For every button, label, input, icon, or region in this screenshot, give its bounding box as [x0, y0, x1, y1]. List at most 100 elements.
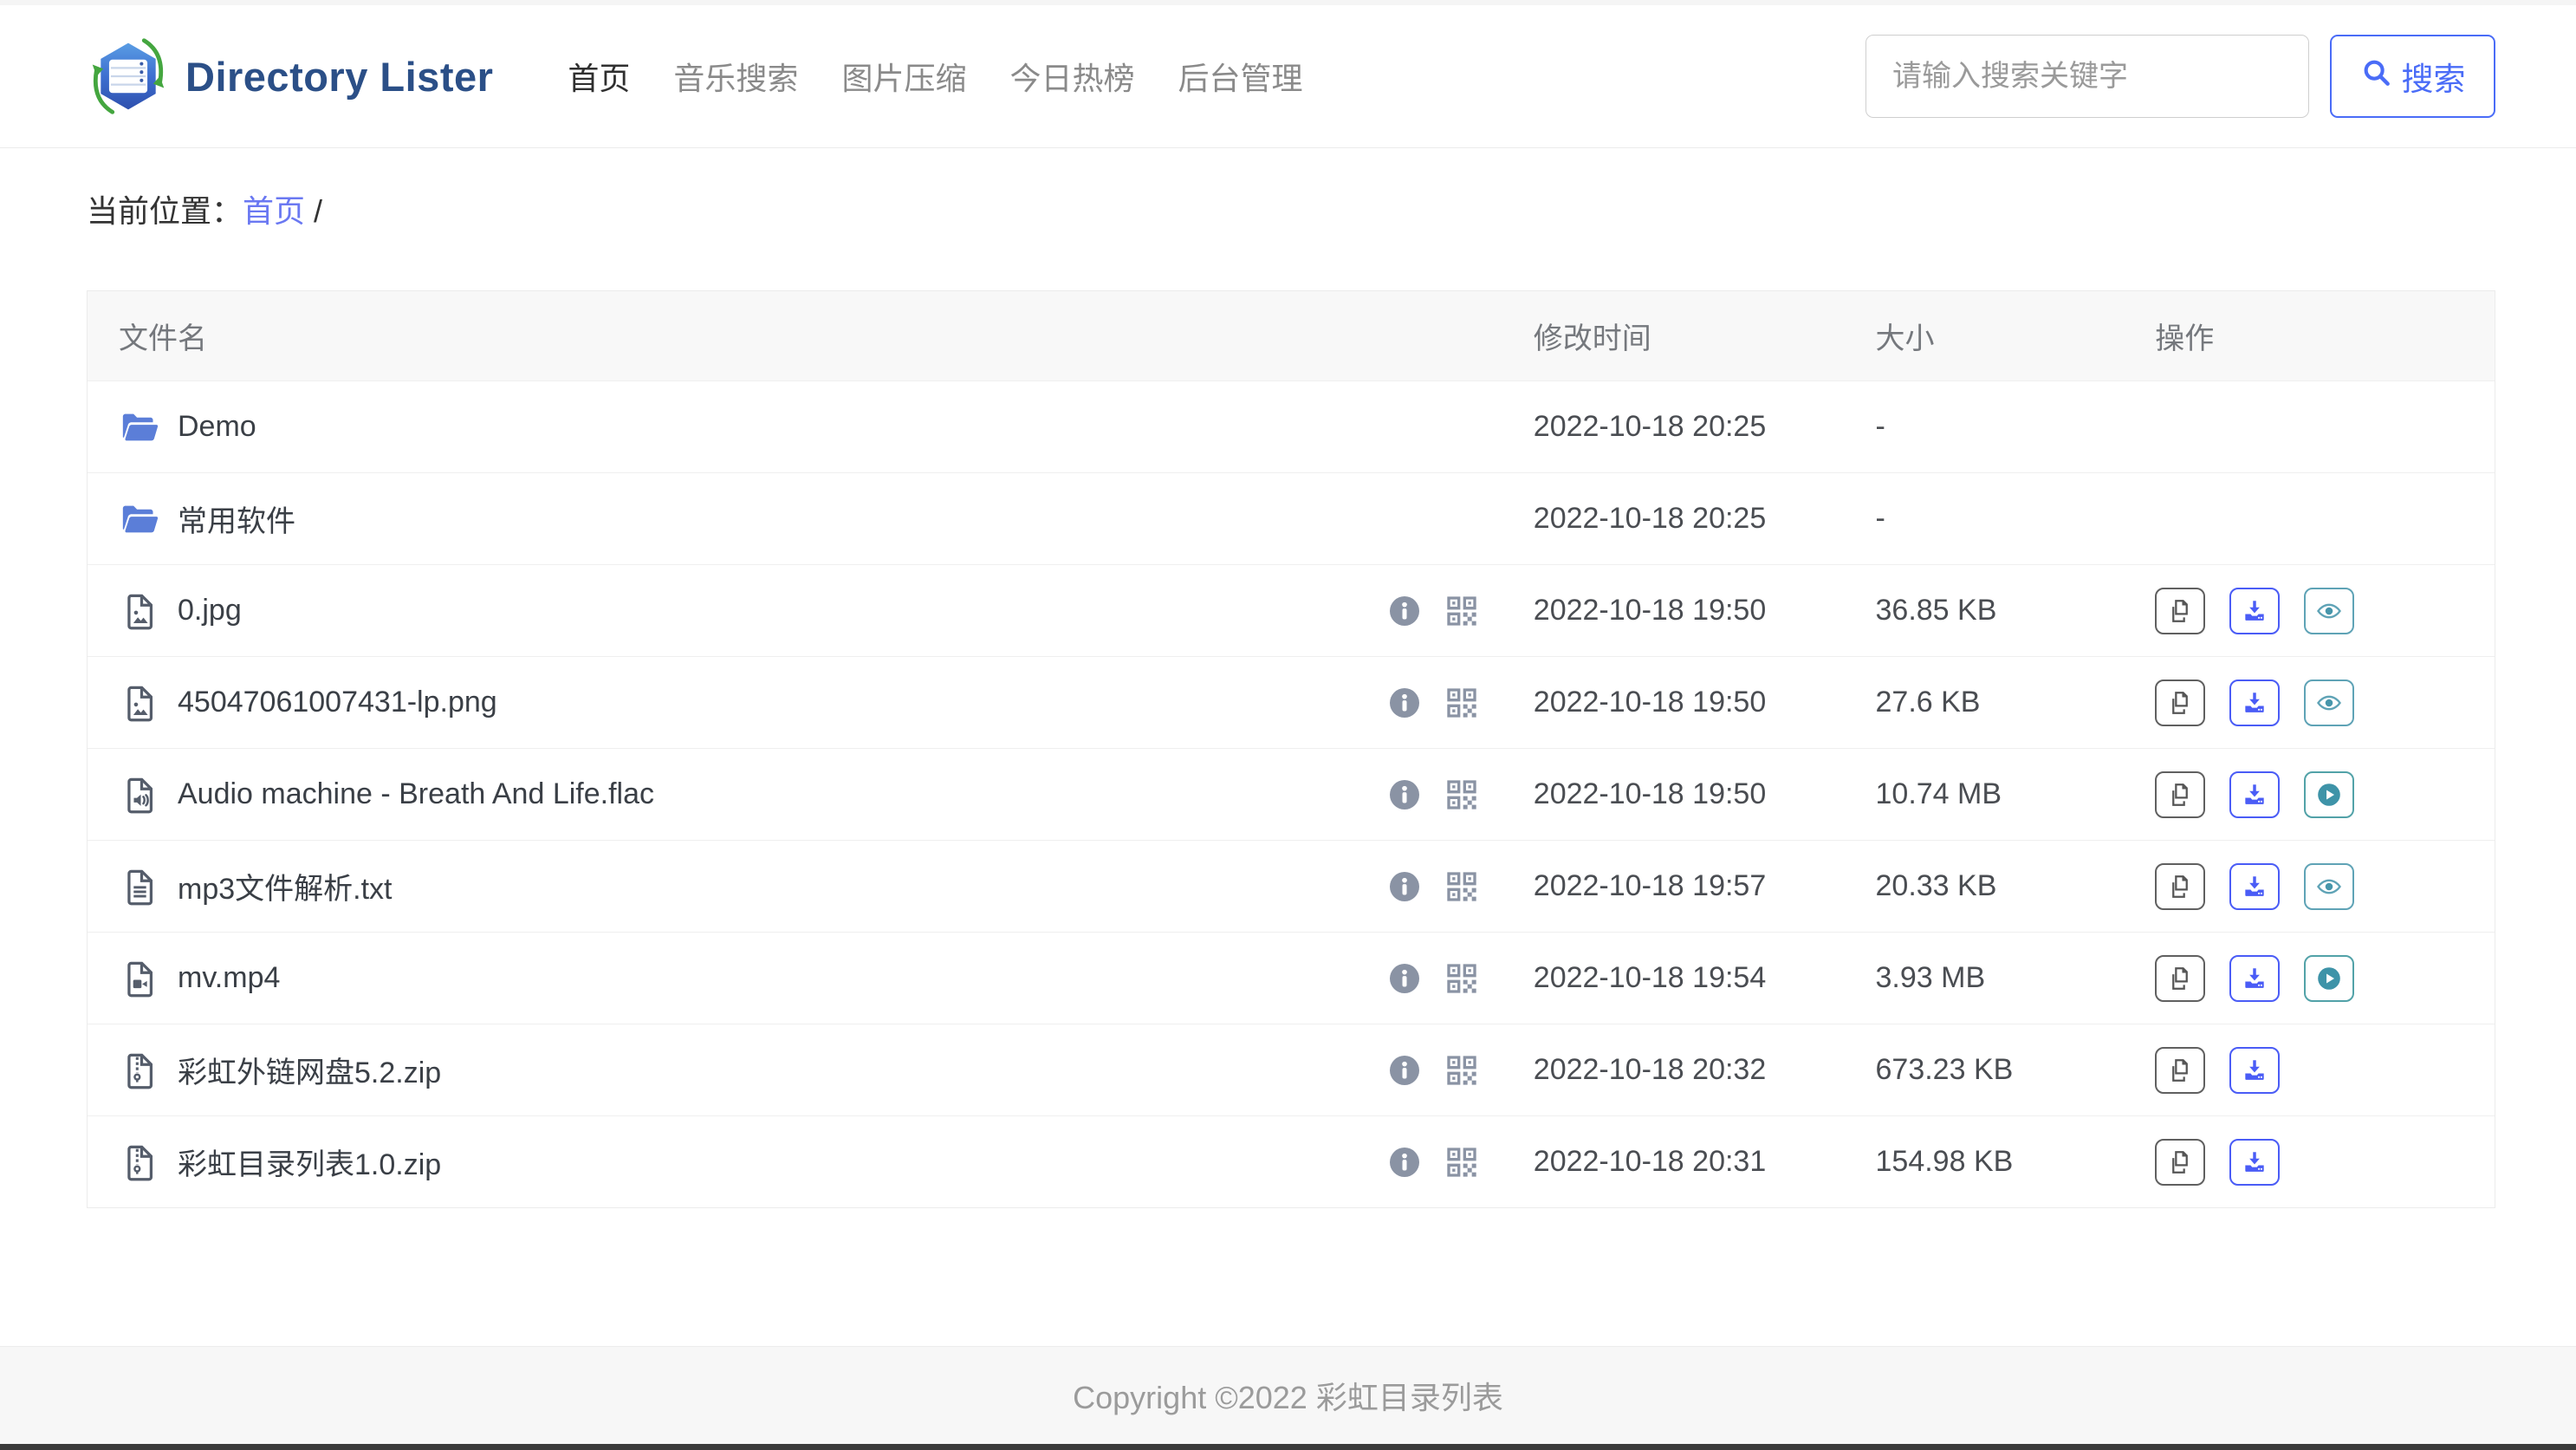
- info-icon[interactable]: [1386, 868, 1423, 905]
- copy-icon: [2172, 783, 2189, 806]
- file-size: 27.6 KB: [1875, 686, 1981, 718]
- table-row: Demo 2022-10-18 20:25 -: [88, 380, 2495, 472]
- download-button[interactable]: [2229, 1138, 2281, 1186]
- search-button[interactable]: 搜索: [2330, 35, 2495, 118]
- page-bottom-edge: [0, 1444, 2576, 1450]
- copy-link-button[interactable]: [2155, 587, 2206, 634]
- download-icon: [2245, 1151, 2264, 1172]
- table-row: Audio machine - Breath And Life.flac 202…: [88, 748, 2495, 840]
- file-size: 36.85 KB: [1875, 594, 1997, 627]
- qrcode-icon[interactable]: [1444, 1144, 1480, 1180]
- copy-link-button[interactable]: [2155, 679, 2206, 726]
- page-footer: Copyright ©2022 彩虹目录列表: [0, 1346, 2576, 1444]
- info-icon[interactable]: [1386, 960, 1423, 997]
- qrcode-icon[interactable]: [1444, 593, 1480, 629]
- actions-cell: [2139, 954, 2495, 1002]
- download-icon: [2245, 1059, 2264, 1080]
- file-name-link[interactable]: mv.mp4: [178, 961, 280, 995]
- file-size: 673.23 KB: [1875, 1053, 2014, 1086]
- nav-item-image-compress[interactable]: 图片压缩: [841, 54, 966, 99]
- table-row: 45047061007431-lp.png 2022-10-18 19:50 2…: [88, 656, 2495, 748]
- play-icon: [2318, 966, 2341, 990]
- file-name-link[interactable]: Audio machine - Breath And Life.flac: [178, 777, 654, 811]
- modified-time: 2022-10-18 20:32: [1533, 1053, 1767, 1086]
- preview-eye-button[interactable]: [2304, 679, 2355, 726]
- copy-link-button[interactable]: [2155, 862, 2206, 910]
- header-file-name: 文件名: [119, 322, 207, 355]
- video-icon: [119, 958, 160, 999]
- modified-time: 2022-10-18 19:50: [1533, 686, 1767, 718]
- copy-icon: [2172, 1058, 2189, 1082]
- file-name-link[interactable]: 常用软件: [178, 497, 295, 540]
- qrcode-icon[interactable]: [1444, 868, 1480, 905]
- folder-icon: [119, 498, 160, 540]
- qrcode-icon[interactable]: [1444, 777, 1480, 813]
- download-icon: [2245, 600, 2264, 621]
- modified-time: 2022-10-18 19:54: [1533, 961, 1767, 994]
- info-icon[interactable]: [1386, 593, 1423, 629]
- info-icon[interactable]: [1386, 685, 1423, 721]
- nav-item-hot-list[interactable]: 今日热榜: [1009, 54, 1134, 99]
- nav-item-admin[interactable]: 后台管理: [1178, 54, 1302, 99]
- file-size: 10.74 MB: [1875, 777, 2002, 810]
- header-size: 大小: [1875, 322, 1935, 355]
- actions-cell: [2139, 862, 2495, 910]
- modified-time: 2022-10-18 19:50: [1533, 777, 1767, 810]
- actions-cell: [2139, 679, 2495, 726]
- copy-icon: [2172, 691, 2189, 714]
- copy-icon: [2172, 1150, 2189, 1174]
- file-name-link[interactable]: 0.jpg: [178, 594, 242, 627]
- copy-link-button[interactable]: [2155, 1138, 2206, 1186]
- file-table: 文件名 修改时间 大小 操作 Demo 2022-10-18 20:25 - 常…: [87, 290, 2495, 1208]
- download-button[interactable]: [2229, 679, 2281, 726]
- download-icon: [2245, 875, 2264, 896]
- file-size: 20.33 KB: [1875, 869, 1997, 902]
- download-button[interactable]: [2229, 587, 2281, 634]
- download-button[interactable]: [2229, 954, 2281, 1002]
- file-name-link[interactable]: 45047061007431-lp.png: [178, 686, 497, 719]
- qrcode-icon[interactable]: [1444, 1052, 1480, 1089]
- directory-lister-logo[interactable]: Directory Lister: [87, 31, 493, 121]
- table-row: 常用软件 2022-10-18 20:25 -: [88, 472, 2495, 564]
- info-icon[interactable]: [1386, 1144, 1423, 1180]
- breadcrumb-separator: /: [314, 193, 323, 229]
- brand-name: Directory Lister: [185, 53, 494, 100]
- search-input[interactable]: [1865, 35, 2309, 118]
- text-icon: [119, 866, 160, 907]
- download-button[interactable]: [2229, 1046, 2281, 1094]
- table-row: mv.mp4 2022-10-18 19:54 3.93 MB: [88, 932, 2495, 1024]
- file-size: 154.98 KB: [1875, 1145, 2014, 1178]
- qrcode-icon[interactable]: [1444, 960, 1480, 997]
- nav-item-home[interactable]: 首页: [568, 54, 630, 99]
- file-name-link[interactable]: Demo: [178, 410, 256, 444]
- file-size: -: [1875, 502, 1885, 535]
- play-button[interactable]: [2304, 954, 2355, 1002]
- copyright-text: Copyright ©2022 彩虹目录列表: [1073, 1380, 1503, 1415]
- copy-link-button[interactable]: [2155, 771, 2206, 818]
- image-icon: [119, 682, 160, 724]
- play-button[interactable]: [2304, 771, 2355, 818]
- actions-cell: [2139, 1046, 2495, 1094]
- file-name-link[interactable]: 彩虹目录列表1.0.zip: [178, 1141, 441, 1183]
- copy-icon: [2172, 875, 2189, 898]
- download-button[interactable]: [2229, 771, 2281, 818]
- preview-eye-button[interactable]: [2304, 862, 2355, 910]
- preview-eye-button[interactable]: [2304, 587, 2355, 634]
- file-name-link[interactable]: 彩虹外链网盘5.2.zip: [178, 1049, 441, 1091]
- main-nav: 首页 音乐搜索 图片压缩 今日热榜 后台管理: [568, 54, 1302, 99]
- table-row: 0.jpg 2022-10-18 19:50 36.85 KB: [88, 564, 2495, 656]
- info-icon[interactable]: [1386, 1052, 1423, 1089]
- copy-icon: [2172, 599, 2189, 622]
- copy-link-button[interactable]: [2155, 954, 2206, 1002]
- play-icon: [2318, 783, 2341, 806]
- eye-icon: [2317, 603, 2342, 618]
- qrcode-icon[interactable]: [1444, 685, 1480, 721]
- download-button[interactable]: [2229, 862, 2281, 910]
- nav-item-music-search[interactable]: 音乐搜索: [673, 54, 798, 99]
- copy-link-button[interactable]: [2155, 1046, 2206, 1094]
- modified-time: 2022-10-18 19:50: [1533, 594, 1767, 627]
- breadcrumb-home-link[interactable]: 首页: [243, 193, 305, 229]
- file-name-link[interactable]: mp3文件解析.txt: [178, 865, 392, 907]
- table-body: Demo 2022-10-18 20:25 - 常用软件 2022-10-18 …: [88, 380, 2495, 1207]
- info-icon[interactable]: [1386, 777, 1423, 813]
